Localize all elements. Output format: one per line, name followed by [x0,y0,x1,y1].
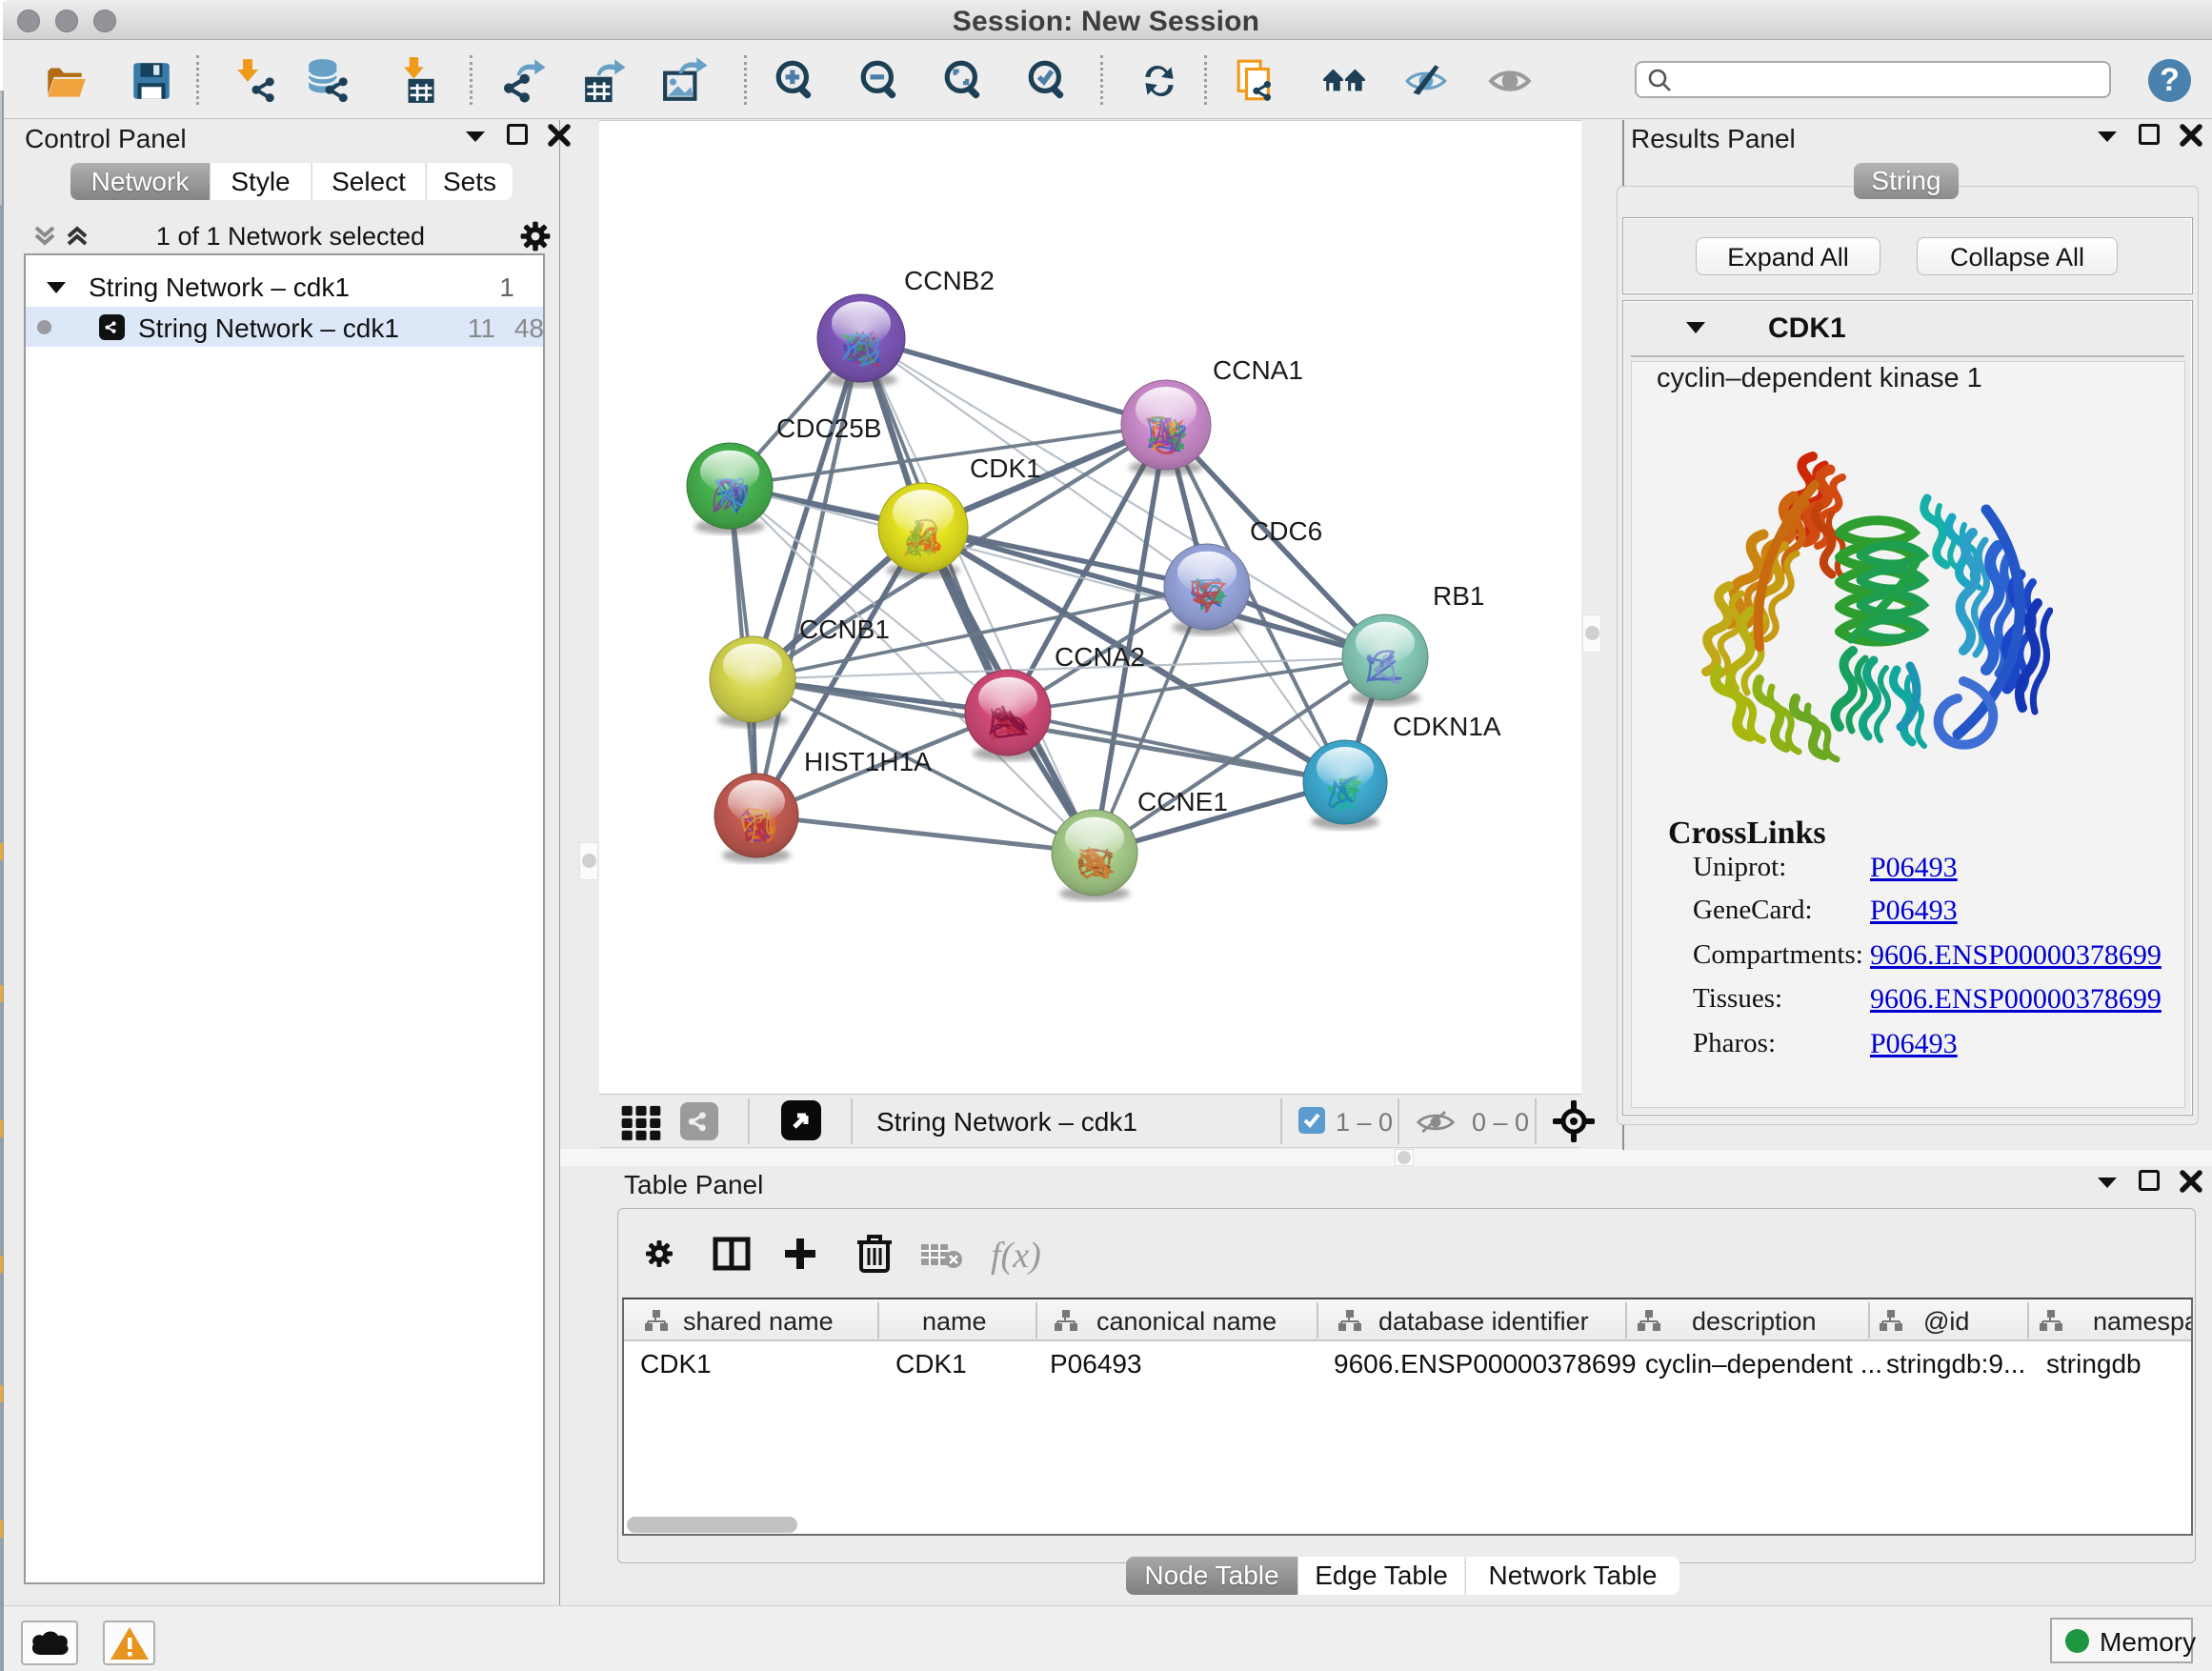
svg-text:CDKN1A: CDKN1A [1393,712,1501,741]
svg-text:CCNB2: CCNB2 [904,266,995,295]
svg-text:CDK1: CDK1 [970,453,1041,483]
svg-text:CDC6: CDC6 [1250,516,1322,546]
svg-text:CCNA1: CCNA1 [1213,355,1303,385]
svg-text:RB1: RB1 [1433,581,1484,611]
svg-text:HIST1H1A: HIST1H1A [804,747,932,776]
svg-text:CCNE1: CCNE1 [1137,787,1228,816]
svg-text:CCNA2: CCNA2 [1055,642,1145,672]
svg-text:CCNB1: CCNB1 [799,614,890,644]
svg-text:CDC25B: CDC25B [776,413,881,443]
